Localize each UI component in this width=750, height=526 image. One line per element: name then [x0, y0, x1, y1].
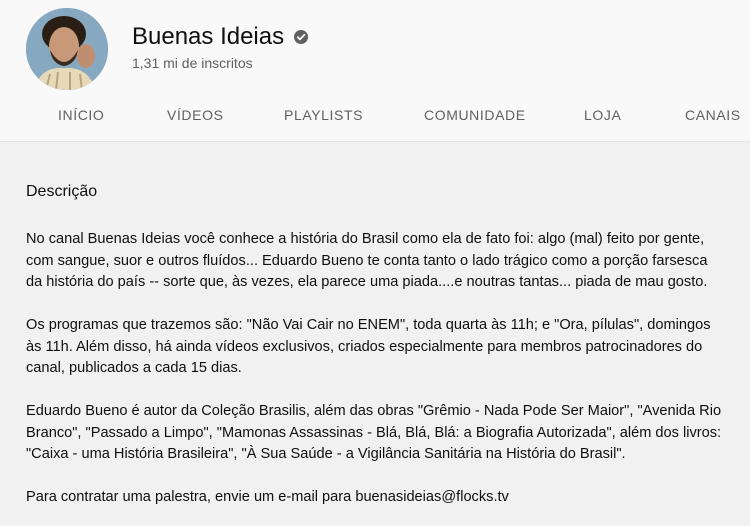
tab-videos[interactable]: VÍDEOS — [167, 107, 224, 123]
channel-name[interactable]: Buenas Ideias — [132, 23, 284, 51]
channel-tabs: INÍCIO VÍDEOS PLAYLISTS COMUNIDADE LOJA … — [0, 97, 750, 141]
tab-canais[interactable]: CANAIS — [685, 107, 741, 123]
tab-inicio[interactable]: INÍCIO — [58, 107, 104, 123]
channel-description: No canal Buenas Ideias você conhece a hi… — [26, 229, 726, 509]
description-paragraph: Os programas que trazemos são: "Não Vai … — [26, 317, 711, 376]
channel-title-row: Buenas Ideias — [132, 22, 309, 52]
tab-playlists[interactable]: PLAYLISTS — [284, 107, 363, 123]
description-paragraph: No canal Buenas Ideias você conhece a hi… — [26, 231, 708, 290]
tab-loja[interactable]: LOJA — [584, 107, 621, 123]
about-section: Descrição No canal Buenas Ideias você co… — [0, 141, 750, 526]
channel-avatar[interactable] — [26, 8, 108, 90]
description-paragraph: Para contratar uma palestra, envie um e-… — [26, 489, 509, 505]
description-paragraph: Eduardo Bueno é autor da Coleção Brasili… — [26, 403, 722, 462]
tab-comunidade[interactable]: COMUNIDADE — [424, 107, 526, 123]
avatar-image — [26, 8, 108, 90]
description-heading: Descrição — [26, 183, 98, 200]
subscriber-count: 1,31 mi de inscritos — [132, 55, 253, 71]
channel-header: Buenas Ideias 1,31 mi de inscritos INÍCI… — [0, 0, 750, 141]
verified-check-icon — [294, 30, 309, 44]
